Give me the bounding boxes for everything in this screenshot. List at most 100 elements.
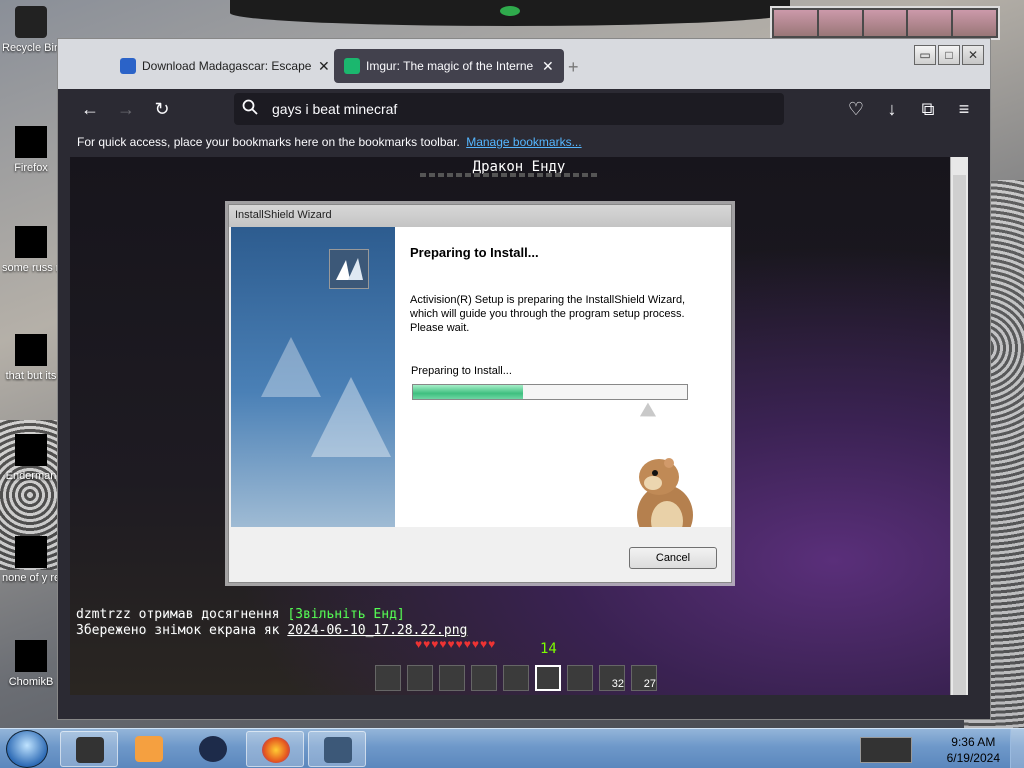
show-desktop-button[interactable] <box>1010 729 1024 768</box>
hotbar-count: 32 <box>611 678 624 690</box>
file-icon <box>15 434 47 466</box>
extensions-icon[interactable]: ⧉ <box>916 97 940 121</box>
recycle-bin-icon <box>15 6 47 38</box>
tab-close-icon[interactable]: ✕ <box>318 58 330 75</box>
chat-line: dzmtrzz отримав досягнення <box>76 607 288 622</box>
bookmarks-toolbar: For quick access, place your bookmarks h… <box>58 129 990 155</box>
taskbar-item-media[interactable] <box>120 731 178 767</box>
tray-app-icon[interactable] <box>860 737 912 763</box>
cancel-button[interactable]: Cancel <box>629 547 717 569</box>
desktop-icon-label: Recycle Bin <box>2 42 60 54</box>
start-button[interactable] <box>6 730 48 768</box>
file-icon <box>15 334 47 366</box>
tab-title: Imgur: The magic of the Interne <box>366 59 534 73</box>
hotbar-slot <box>439 665 465 691</box>
tab-favicon-icon <box>344 58 360 74</box>
health-hearts-icon: ♥♥♥♥♥♥♥♥♥♥ <box>415 637 497 651</box>
desktop-icon-label: ChomikB <box>8 676 54 688</box>
url-text[interactable]: gays i beat minecraf <box>272 101 397 117</box>
taskbar-item-firefox[interactable] <box>246 731 304 767</box>
hotbar-slot: 32 <box>599 665 625 691</box>
globe-icon <box>199 736 227 762</box>
desktop-icon-recycle-bin[interactable]: Recycle Bin <box>2 6 60 54</box>
desktop-icon-file[interactable]: that but its <box>2 334 60 382</box>
wizard-main-panel: Preparing to Install... Activision(R) Se… <box>395 227 731 547</box>
page-scrollbar[interactable] <box>950 157 968 695</box>
file-icon <box>15 226 47 258</box>
taskbar-item-app[interactable] <box>60 731 118 767</box>
desktop-icon-label: some russ ran a rat <box>2 262 60 274</box>
app-icon <box>76 737 104 763</box>
chat-achievement: [Звільніть Енд] <box>287 607 405 622</box>
tab-madagascar[interactable]: Download Madagascar: Escape ✕ <box>110 49 340 83</box>
dialog-title: InstallShield Wizard <box>229 205 731 227</box>
media-player-icon <box>135 736 163 762</box>
hotbar-slot <box>567 665 593 691</box>
menu-icon[interactable]: ≡ <box>952 97 976 121</box>
hotbar-count: 27 <box>643 678 656 690</box>
mouse-cursor-icon <box>639 402 661 424</box>
desktop-icon-file[interactable]: none of y retards kn <box>2 536 60 584</box>
desktop-icon-file[interactable]: ChomikB <box>2 640 60 688</box>
search-icon <box>242 99 264 119</box>
hotbar-slot: 27 <box>631 665 657 691</box>
tab-title: Download Madagascar: Escape <box>142 59 312 73</box>
wizard-description: Activision(R) Setup is preparing the Ins… <box>410 294 686 334</box>
minimize-button[interactable]: ▭ <box>914 45 936 65</box>
wallpaper-gem <box>500 6 520 16</box>
tab-strip: Download Madagascar: Escape ✕ Imgur: The… <box>58 39 990 89</box>
new-tab-button[interactable]: + <box>568 57 579 78</box>
tab-imgur[interactable]: Imgur: The magic of the Interne ✕ <box>334 49 564 83</box>
desktop-icon-file[interactable]: some russ ran a rat <box>2 226 60 274</box>
window-thumbnails[interactable] <box>770 6 1000 40</box>
xp-level: 14 <box>540 641 557 657</box>
chat-line: Збережено знімок екрана як <box>76 623 288 638</box>
taskbar-item-installer[interactable] <box>308 731 366 767</box>
maximize-button[interactable]: □ <box>938 45 960 65</box>
window-controls: ▭ □ ✕ <box>914 45 984 65</box>
file-icon <box>15 640 47 672</box>
progress-status: Preparing to Install... <box>411 365 512 377</box>
file-icon <box>15 536 47 568</box>
firefox-icon <box>15 126 47 158</box>
installshield-logo-icon <box>329 249 369 289</box>
desktop-icon-label: Enderman <box>5 470 57 482</box>
bookmarks-message: For quick access, place your bookmarks h… <box>77 135 460 149</box>
pocket-icon[interactable]: ♡ <box>844 97 868 121</box>
installshield-icon <box>324 737 352 763</box>
forward-icon[interactable]: → <box>114 97 138 121</box>
wizard-heading: Preparing to Install... <box>410 245 539 260</box>
nav-bar: ← → ↻ gays i beat minecraf ♡ ↓ ⧉ ≡ <box>58 89 990 129</box>
hotbar-slot <box>471 665 497 691</box>
desktop-icon-firefox[interactable]: Firefox <box>2 126 60 174</box>
desktop-icon-label: none of y retards kn <box>2 572 60 584</box>
downloads-icon[interactable]: ↓ <box>880 97 904 121</box>
url-bar[interactable]: gays i beat minecraf <box>234 93 784 125</box>
tab-favicon-icon <box>120 58 136 74</box>
desktop-icon-file[interactable]: Enderman <box>2 434 60 482</box>
taskbar: 9:36 AM 6/19/2024 <box>0 728 1024 768</box>
wizard-side-panel <box>231 227 395 527</box>
clock[interactable]: 9:36 AM 6/19/2024 <box>947 734 1000 766</box>
desktop-icon-label: that but its <box>5 370 57 382</box>
minecraft-hotbar: 32 27 <box>375 665 695 693</box>
scrollbar-thumb[interactable] <box>953 175 966 695</box>
progress-bar <box>412 384 688 400</box>
back-icon[interactable]: ← <box>78 97 102 121</box>
progress-fill <box>413 385 523 399</box>
installshield-dialog: InstallShield Wizard Preparing to Instal… <box>228 204 732 583</box>
clock-date: 6/19/2024 <box>946 751 1000 765</box>
hotbar-slot <box>375 665 401 691</box>
firefox-icon <box>262 737 290 763</box>
hotbar-slot <box>503 665 529 691</box>
tab-close-icon[interactable]: ✕ <box>542 58 554 75</box>
taskbar-item-globe[interactable] <box>184 731 242 767</box>
manage-bookmarks-link[interactable]: Manage bookmarks... <box>466 135 581 149</box>
close-button[interactable]: ✕ <box>962 45 984 65</box>
reload-icon[interactable]: ↻ <box>150 97 174 121</box>
clock-time: 9:36 AM <box>951 735 996 749</box>
minecraft-chat: dzmtrzz отримав досягнення [Звільніть Ен… <box>76 607 467 639</box>
system-tray[interactable] <box>842 731 942 767</box>
wizard-footer: Cancel <box>229 527 731 582</box>
hotbar-slot <box>407 665 433 691</box>
